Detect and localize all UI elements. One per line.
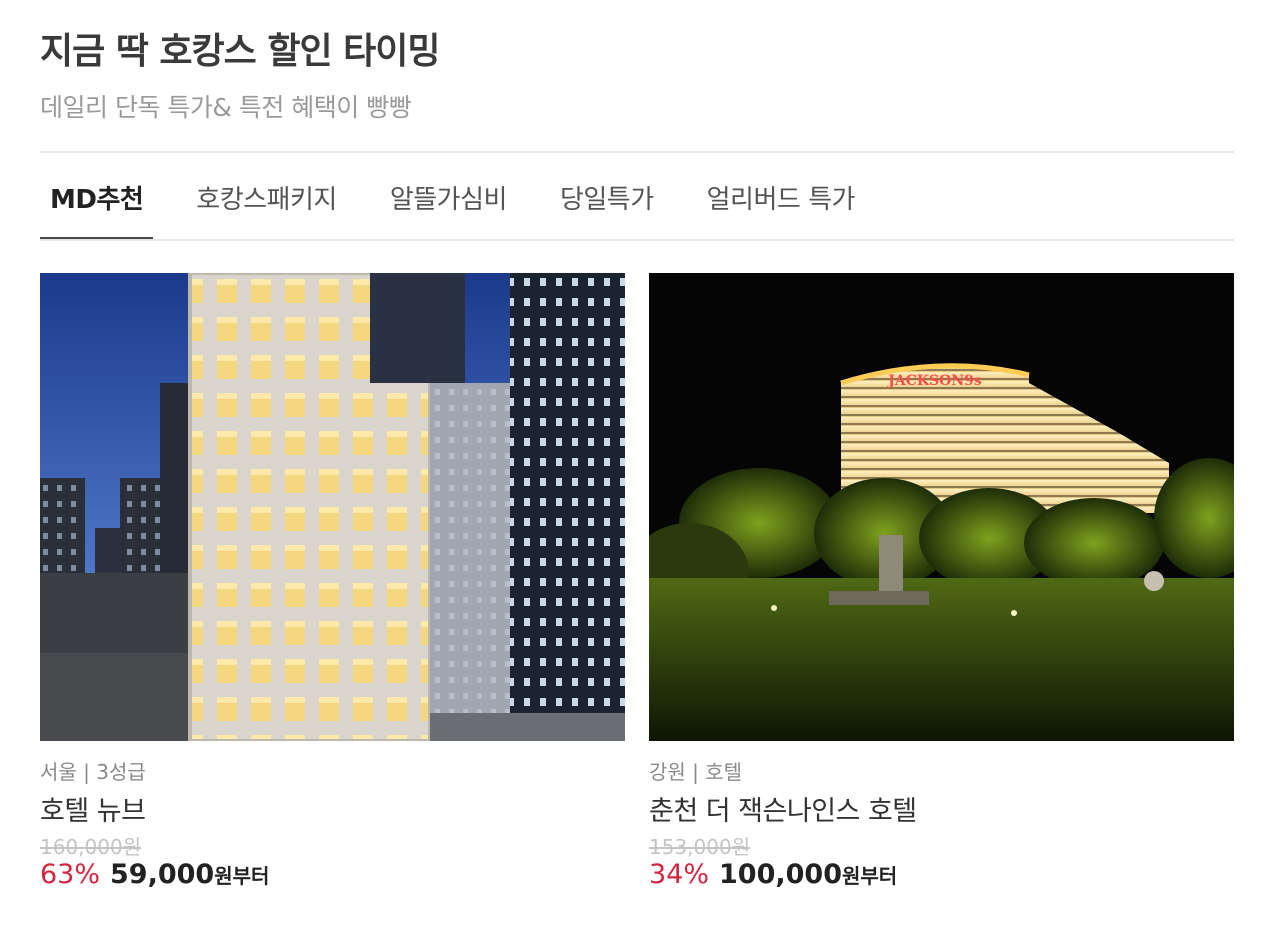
tabs-divider xyxy=(40,239,1234,241)
product-name[interactable]: 호텔 뉴브 xyxy=(40,789,146,828)
product-location-grade: 강원 | 호텔 xyxy=(649,760,743,784)
section-title: 지금 딱 호캉스 할인 타이밍 xyxy=(40,31,440,72)
product-card[interactable]: 서울 | 3성급 호텔 뉴브 160,000원 63% 59,000 원부터 xyxy=(40,273,625,890)
resort-hotel-image: JACKSON9s xyxy=(649,273,1234,741)
tab-label: MD추천 xyxy=(50,184,144,215)
tab-label: 당일특가 xyxy=(559,184,654,215)
original-price: 153,000원 xyxy=(649,835,751,859)
price-suffix: 원부터 xyxy=(842,864,898,888)
price-row: 34% 100,000 원부터 xyxy=(649,859,897,890)
discount-rate: 34% xyxy=(649,859,710,890)
section-subtitle: 데일리 단독 특가& 특전 혜택이 빵빵 xyxy=(40,93,412,122)
discount-rate: 63% xyxy=(40,859,101,890)
product-location-grade: 서울 | 3성급 xyxy=(40,760,146,784)
category-tabs: MD추천 호캉스패키지 알뜰가심비 당일특가 얼리버드 특가 xyxy=(40,153,1234,241)
tab-label: 호캉스패키지 xyxy=(196,184,337,215)
sale-price: 59,000 xyxy=(110,859,215,890)
tab-hocance-package[interactable]: 호캉스패키지 xyxy=(186,153,347,241)
price-suffix: 원부터 xyxy=(214,864,270,888)
sale-price: 100,000 xyxy=(719,859,842,890)
product-image[interactable] xyxy=(40,273,625,741)
price-row: 63% 59,000 원부터 xyxy=(40,859,269,890)
hotel-building-image xyxy=(40,273,625,741)
tab-same-day-deals[interactable]: 당일특가 xyxy=(550,153,664,241)
hotel-sign-text: JACKSON9s xyxy=(886,373,982,389)
product-name[interactable]: 춘천 더 잭슨나인스 호텔 xyxy=(649,789,917,828)
product-card[interactable]: JACKSON9s 강원 | 호텔 춘천 더 잭슨나인스 호텔 153,000원… xyxy=(649,273,1234,890)
tab-value-deals[interactable]: 알뜰가심비 xyxy=(380,153,517,241)
tab-label: 알뜰가심비 xyxy=(389,184,508,215)
product-list: 서울 | 3성급 호텔 뉴브 160,000원 63% 59,000 원부터 J… xyxy=(40,273,1234,913)
original-price: 160,000원 xyxy=(40,835,142,859)
tab-md-pick[interactable]: MD추천 xyxy=(40,153,154,241)
product-image[interactable]: JACKSON9s xyxy=(649,273,1234,741)
tab-early-bird-deals[interactable]: 얼리버드 특가 xyxy=(697,153,865,241)
tab-label: 얼리버드 특가 xyxy=(706,184,856,215)
